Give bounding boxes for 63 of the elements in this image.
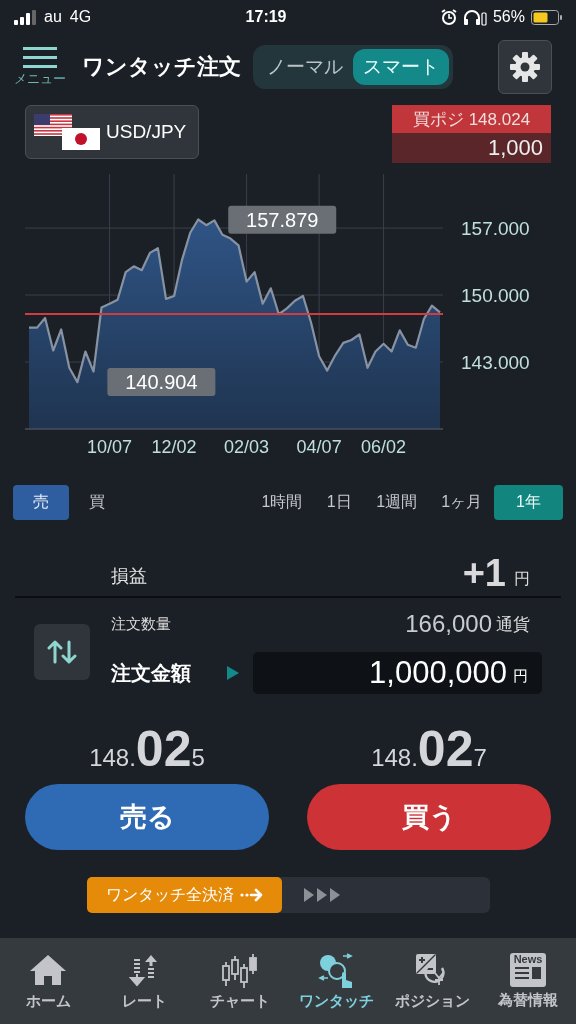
candlestick-icon[interactable] xyxy=(220,951,260,988)
quantity-value: 166,000 xyxy=(405,610,492,638)
position-amount: 1,000 xyxy=(392,133,551,163)
period-tab[interactable]: 1週間 xyxy=(364,485,430,520)
period-tab[interactable]: 1年 xyxy=(494,485,563,520)
axis-label: 12/02 xyxy=(151,437,197,457)
axis-label: 04/07 xyxy=(296,437,342,457)
settings-icon[interactable] xyxy=(509,51,541,83)
battery-percent: 56% xyxy=(492,8,525,26)
tab-bar-item[interactable]: ホーム xyxy=(0,938,96,1024)
profit-value: +1 xyxy=(462,554,506,592)
annotation: 157.879 xyxy=(246,208,319,231)
headphones-icon xyxy=(462,8,487,26)
alarm-icon xyxy=(440,9,457,25)
axis-label: 06/02 xyxy=(361,437,407,457)
arrow-icon[interactable] xyxy=(239,887,263,903)
signal-icon xyxy=(14,9,36,25)
currency-unit: 円 xyxy=(514,569,530,589)
tab-bar-item[interactable]: ポジション xyxy=(384,938,480,1024)
carrier-name: au xyxy=(44,8,62,26)
screen-title: ワンタッチ注文 xyxy=(82,53,241,81)
menu-icon[interactable] xyxy=(23,46,57,68)
flags-icon xyxy=(34,114,100,150)
period-tab[interactable]: 1ヶ月 xyxy=(429,485,495,520)
tab-bar-item[interactable]: レート xyxy=(96,938,192,1024)
network-type: 4G xyxy=(69,8,92,26)
axis-label: 157.000 xyxy=(461,218,530,240)
side-tab[interactable]: 売 xyxy=(13,485,69,520)
tab-bar-item[interactable]: チャート xyxy=(192,938,288,1024)
mode-tab[interactable]: ノーマル xyxy=(257,49,353,85)
ask-price: 148.027 xyxy=(371,720,487,778)
currency-pair-button[interactable]: USD/JPY xyxy=(25,105,199,159)
profit-label: 損益 xyxy=(111,565,147,588)
chevrons-icon xyxy=(303,888,340,902)
axis-label: 10/07 xyxy=(87,437,133,457)
amount-label: 注文金額 xyxy=(111,660,191,686)
triangle-icon xyxy=(227,666,239,680)
battery-icon xyxy=(531,9,562,25)
clock-time: 17:19 xyxy=(244,8,288,26)
axis-label: 02/03 xyxy=(224,437,270,457)
menu-button[interactable]: メニュー xyxy=(14,46,66,88)
price-label: 157.879 xyxy=(228,205,337,234)
quantity-label: 注文数量 xyxy=(111,614,171,634)
settings-button[interactable] xyxy=(498,40,552,94)
buy-button[interactable]: 買う xyxy=(307,784,551,850)
newspaper-icon[interactable]: News xyxy=(510,952,546,987)
quantity-unit: 通貨 xyxy=(496,613,530,636)
axis-label: 150.000 xyxy=(461,285,530,307)
mode-tab[interactable]: スマート xyxy=(353,49,449,85)
period-tab[interactable]: 1時間 xyxy=(249,485,315,520)
annotation: 140.904 xyxy=(125,371,198,394)
price-label: 140.904 xyxy=(107,368,216,397)
period-tab[interactable]: 1日 xyxy=(314,485,365,520)
axis-label: 143.000 xyxy=(461,352,530,373)
tab-bar-item[interactable]: News 為替情報 xyxy=(480,938,576,1024)
tab-bar-item[interactable]: ワンタッチ xyxy=(288,938,384,1024)
swap-button[interactable] xyxy=(34,624,90,680)
position-label: 買ポジ 148.024 xyxy=(392,105,551,133)
up-down-arrows-icon[interactable] xyxy=(47,638,77,666)
sell-button[interactable]: 売る xyxy=(25,784,269,850)
side-tab[interactable]: 買 xyxy=(69,485,125,520)
amount-field[interactable]: 1,000,000 円 xyxy=(253,652,542,694)
bid-price: 148.025 xyxy=(89,720,205,778)
